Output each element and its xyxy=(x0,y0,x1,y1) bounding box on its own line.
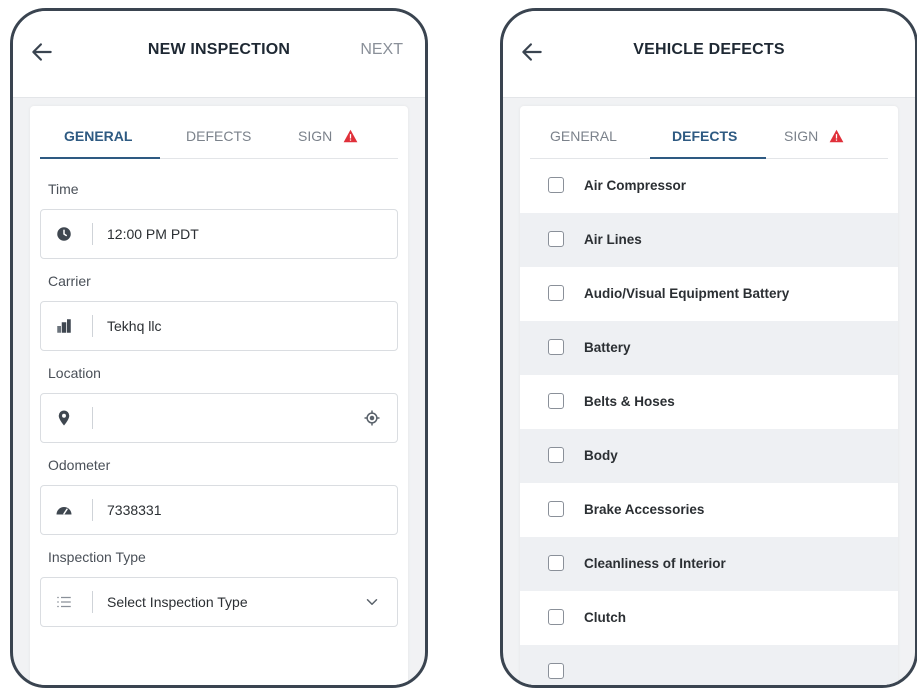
tab-sign-label: SIGN xyxy=(784,128,819,144)
tab-sign[interactable]: SIGN xyxy=(784,128,844,144)
list-item[interactable]: Air Lines xyxy=(520,213,898,267)
defect-label: Air Compressor xyxy=(584,178,687,193)
field-divider xyxy=(92,407,93,429)
active-tab-indicator xyxy=(40,157,160,159)
page-title: VEHICLE DEFECTS xyxy=(633,41,785,58)
new-inspection-screen: NEW INSPECTION NEXT GENERAL DEFECTS SIGN… xyxy=(10,8,428,688)
carrier-label: Carrier xyxy=(48,273,91,289)
time-field[interactable]: 12:00 PM PDT xyxy=(40,209,398,259)
defect-label: Air Lines xyxy=(584,232,642,247)
defect-checkbox[interactable] xyxy=(548,555,564,571)
list-item[interactable]: Battery xyxy=(520,321,898,375)
list-item[interactable] xyxy=(520,645,898,685)
defect-label: Body xyxy=(584,448,618,463)
next-button[interactable]: NEXT xyxy=(360,41,403,59)
locate-icon[interactable] xyxy=(363,409,381,427)
defect-checkbox[interactable] xyxy=(548,501,564,517)
odometer-label: Odometer xyxy=(48,457,111,473)
tab-defects[interactable]: DEFECTS xyxy=(186,128,251,144)
carrier-value: Tekhq llc xyxy=(107,318,162,334)
clock-icon xyxy=(57,227,71,241)
field-divider xyxy=(92,315,93,337)
location-field[interactable] xyxy=(40,393,398,443)
inspection-type-select[interactable]: Select Inspection Type xyxy=(40,577,398,627)
tab-defects[interactable]: DEFECTS xyxy=(672,128,737,144)
defect-label: Cleanliness of Interior xyxy=(584,556,726,571)
list-item[interactable]: Brake Accessories xyxy=(520,483,898,537)
list-item[interactable]: Air Compressor xyxy=(520,159,898,213)
speedometer-icon xyxy=(56,507,72,515)
field-divider xyxy=(92,591,93,613)
defect-checkbox[interactable] xyxy=(548,339,564,355)
building-icon xyxy=(57,319,71,333)
location-label: Location xyxy=(48,365,101,381)
field-divider xyxy=(92,223,93,245)
defect-label: Brake Accessories xyxy=(584,502,705,517)
carrier-field[interactable]: Tekhq llc xyxy=(40,301,398,351)
inspection-form: GENERAL DEFECTS SIGN Time 12:00 PM PDT C… xyxy=(30,106,408,685)
app-bar: VEHICLE DEFECTS xyxy=(503,11,915,98)
tab-sign-label: SIGN xyxy=(298,128,333,144)
defect-checkbox[interactable] xyxy=(548,231,564,247)
tab-sign[interactable]: SIGN xyxy=(298,128,358,144)
tab-bar: GENERAL DEFECTS SIGN xyxy=(40,106,398,159)
tab-general[interactable]: GENERAL xyxy=(550,128,617,144)
map-pin-icon xyxy=(58,410,70,426)
chevron-down-icon[interactable] xyxy=(363,593,381,611)
list-item[interactable]: Belts & Hoses xyxy=(520,375,898,429)
list-icon xyxy=(57,596,71,608)
inspection-type-placeholder: Select Inspection Type xyxy=(107,594,248,610)
odometer-field[interactable]: 7338331 xyxy=(40,485,398,535)
tab-bar: GENERAL DEFECTS SIGN xyxy=(530,106,888,159)
defect-checkbox[interactable] xyxy=(548,447,564,463)
list-item[interactable]: Clutch xyxy=(520,591,898,645)
list-item[interactable]: Body xyxy=(520,429,898,483)
time-value: 12:00 PM PDT xyxy=(107,226,199,242)
defect-checkbox[interactable] xyxy=(548,393,564,409)
defect-checkbox[interactable] xyxy=(548,177,564,193)
list-item[interactable]: Audio/Visual Equipment Battery xyxy=(520,267,898,321)
warning-icon xyxy=(829,129,844,143)
tab-general[interactable]: GENERAL xyxy=(64,128,132,144)
app-bar: NEW INSPECTION NEXT xyxy=(13,11,425,98)
defect-checkbox[interactable] xyxy=(548,609,564,625)
odometer-value: 7338331 xyxy=(107,502,162,518)
vehicle-defects-screen: VEHICLE DEFECTS GENERAL DEFECTS SIGN Air… xyxy=(500,8,917,688)
defect-label: Audio/Visual Equipment Battery xyxy=(584,286,790,301)
defects-list: Air Compressor Air Lines Audio/Visual Eq… xyxy=(520,159,898,685)
field-divider xyxy=(92,499,93,521)
inspection-type-label: Inspection Type xyxy=(48,549,146,565)
defect-label: Belts & Hoses xyxy=(584,394,675,409)
defects-card: GENERAL DEFECTS SIGN Air Compressor Air … xyxy=(520,106,898,685)
list-item[interactable]: Cleanliness of Interior xyxy=(520,537,898,591)
defect-checkbox[interactable] xyxy=(548,285,564,301)
time-label: Time xyxy=(48,181,79,197)
defect-label: Battery xyxy=(584,340,631,355)
defect-label: Clutch xyxy=(584,610,626,625)
warning-icon xyxy=(343,129,358,143)
defect-checkbox[interactable] xyxy=(548,663,564,679)
